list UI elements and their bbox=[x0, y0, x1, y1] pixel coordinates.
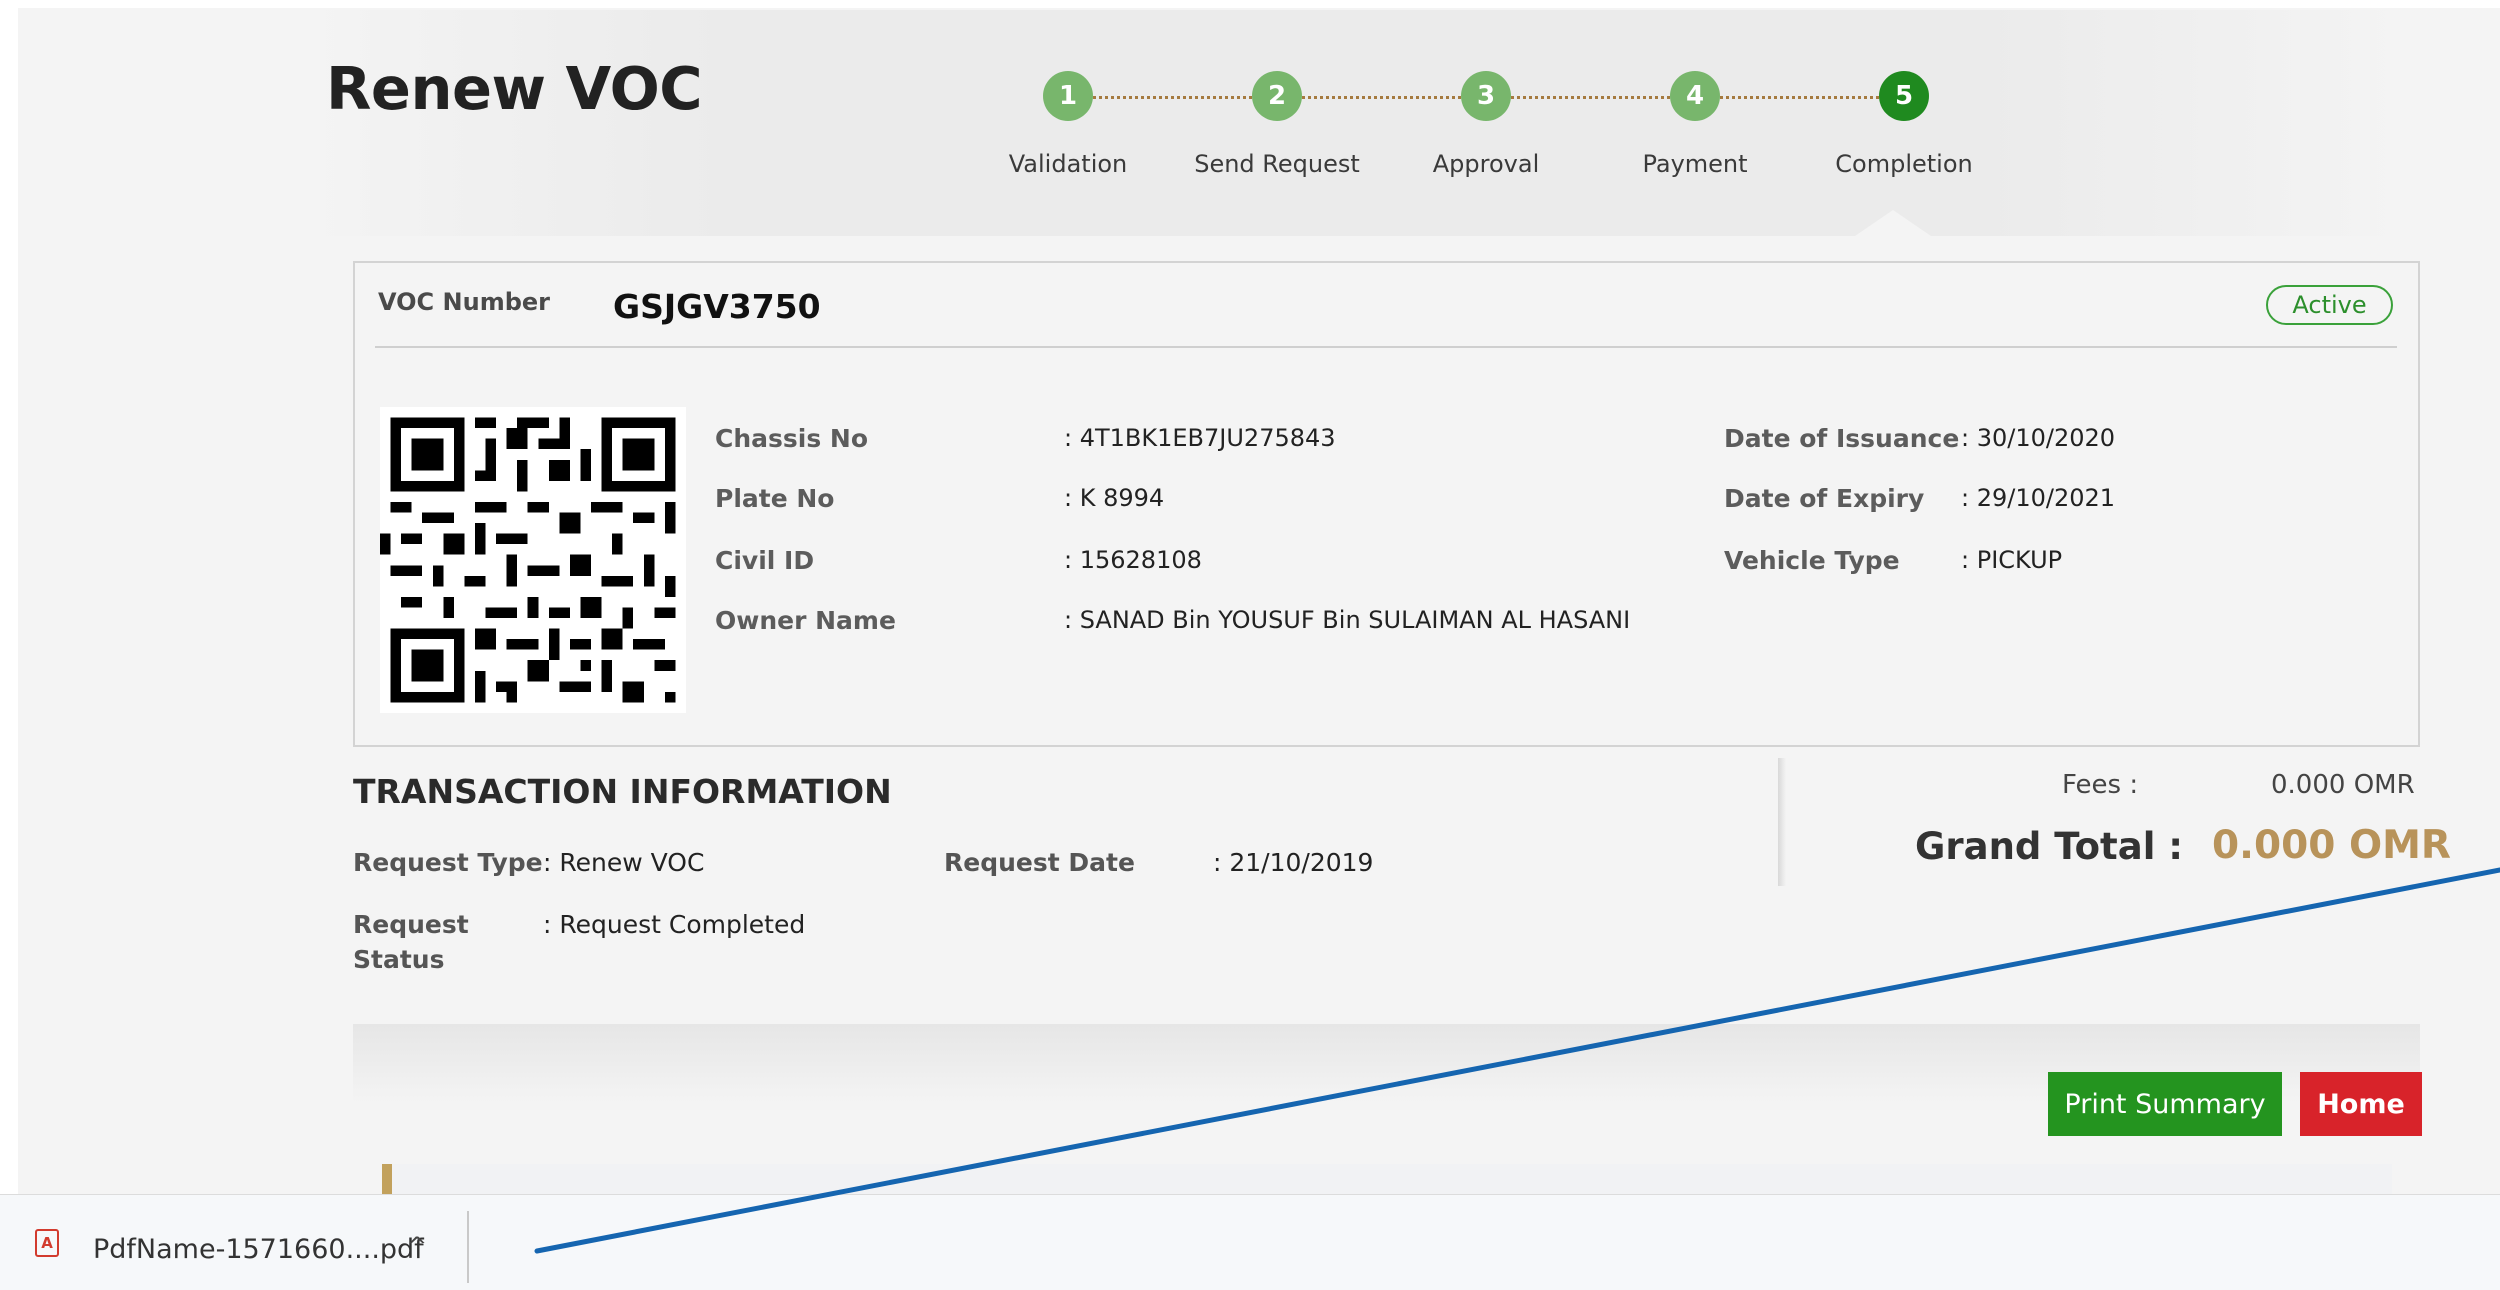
grand-total-value: 0.000 OMR bbox=[2212, 823, 2451, 868]
active-step-pointer bbox=[1855, 210, 1931, 236]
request-date-value: : 21/10/2019 bbox=[1213, 848, 1374, 877]
date-of-issuance-label: Date of Issuance bbox=[1724, 424, 1960, 453]
left-strip bbox=[0, 0, 18, 1289]
request-type-value: : Renew VOC bbox=[543, 848, 705, 877]
fees-value: 0.000 OMR bbox=[2271, 770, 2415, 800]
page-title: Renew VOC bbox=[326, 54, 703, 123]
fees-divider bbox=[1778, 758, 1786, 886]
request-type-label: Request Type bbox=[353, 848, 543, 877]
date-of-issuance-value: : 30/10/2020 bbox=[1961, 424, 2116, 452]
download-file-name[interactable]: PdfName-1571660....pdf bbox=[93, 1234, 424, 1265]
voc-number-label: VOC Number bbox=[378, 288, 550, 316]
civil-id-value: : 15628108 bbox=[1064, 546, 1202, 574]
step-connector bbox=[1302, 96, 1461, 99]
step-2-label: Send Request bbox=[1194, 150, 1360, 178]
civil-id-label: Civil ID bbox=[715, 546, 815, 575]
pdf-file-icon: A bbox=[35, 1229, 59, 1257]
status-badge: Active bbox=[2266, 285, 2393, 325]
step-2-circle: 2 bbox=[1252, 71, 1302, 121]
request-date-label: Request Date bbox=[944, 848, 1135, 877]
fees-label: Fees : bbox=[2062, 770, 2139, 800]
owner-name-value: : SANAD Bin YOUSUF Bin SULAIMAN AL HASAN… bbox=[1064, 606, 1631, 634]
step-connector bbox=[1720, 96, 1879, 99]
request-status-label-line2: Status bbox=[353, 945, 445, 974]
plate-no-label: Plate No bbox=[715, 484, 835, 513]
lower-panel bbox=[392, 1164, 2392, 1194]
owner-name-label: Owner Name bbox=[715, 606, 896, 635]
chassis-no-value: : 4T1BK1EB7JU275843 bbox=[1064, 424, 1336, 452]
chevron-up-icon[interactable]: ^ bbox=[407, 1232, 427, 1260]
step-4-label: Payment bbox=[1642, 150, 1748, 178]
top-strip bbox=[0, 0, 2500, 8]
step-connector bbox=[1093, 96, 1252, 99]
step-4-circle: 4 bbox=[1670, 71, 1720, 121]
transaction-section-title: TRANSACTION INFORMATION bbox=[353, 772, 892, 811]
voc-number-value: GSJGV3750 bbox=[613, 287, 821, 326]
section-marker bbox=[382, 1164, 392, 1194]
request-status-value: : Request Completed bbox=[543, 910, 806, 939]
step-5-circle: 5 bbox=[1879, 71, 1929, 121]
request-status-label: Request bbox=[353, 910, 469, 939]
download-separator bbox=[467, 1211, 469, 1283]
step-3-label: Approval bbox=[1432, 150, 1540, 178]
step-1-label: Validation bbox=[1008, 150, 1128, 178]
card-divider bbox=[375, 346, 2397, 348]
date-of-expiry-label: Date of Expiry bbox=[1724, 484, 1925, 513]
step-5-label: Completion bbox=[1835, 150, 1973, 178]
date-of-expiry-value: : 29/10/2021 bbox=[1961, 484, 2116, 512]
home-button[interactable]: Home bbox=[2300, 1072, 2422, 1136]
header-band bbox=[300, 10, 2410, 236]
vehicle-type-label: Vehicle Type bbox=[1724, 546, 1900, 575]
step-1-circle: 1 bbox=[1043, 71, 1093, 121]
print-summary-button[interactable]: Print Summary bbox=[2048, 1072, 2282, 1136]
vehicle-type-value: : PICKUP bbox=[1961, 546, 2063, 574]
qr-code-icon bbox=[380, 407, 686, 713]
chassis-no-label: Chassis No bbox=[715, 424, 869, 453]
step-connector bbox=[1511, 96, 1670, 99]
step-3-circle: 3 bbox=[1461, 71, 1511, 121]
grand-total-label: Grand Total : bbox=[1915, 825, 2184, 868]
plate-no-value: : K 8994 bbox=[1064, 484, 1165, 512]
